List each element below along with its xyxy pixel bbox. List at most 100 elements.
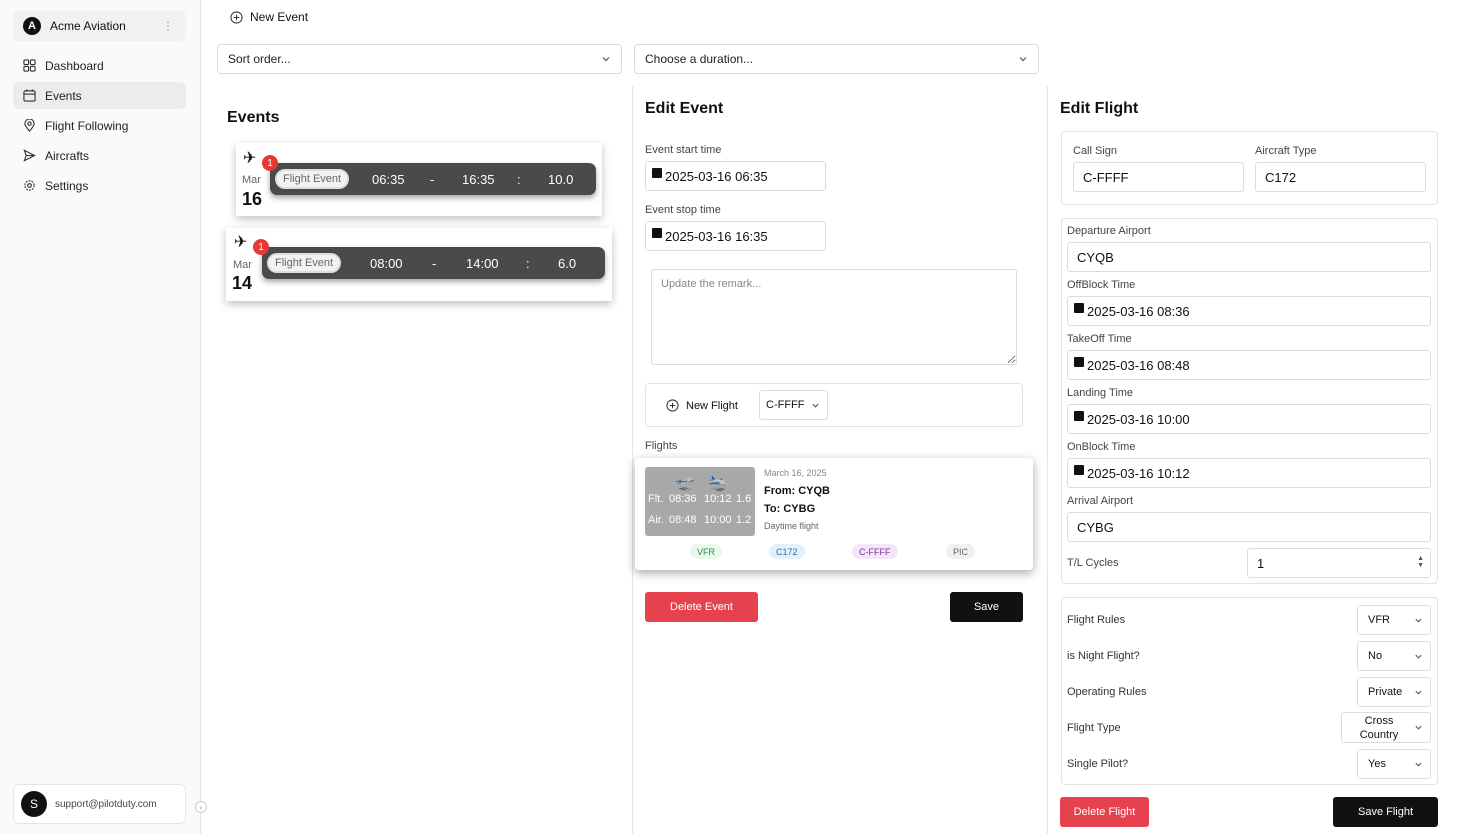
new-event-button[interactable]: New Event xyxy=(230,10,308,24)
flight-type-select[interactable]: Cross Country xyxy=(1341,712,1431,743)
takeoff-input[interactable]: 2025-03-16 08:48 xyxy=(1067,350,1431,380)
org-avatar: A xyxy=(23,17,41,35)
flight-to: To: CYBG xyxy=(764,503,816,515)
rule-chip: VFR xyxy=(690,544,722,559)
save-flight-button[interactable]: Save Flight xyxy=(1333,797,1438,827)
flt-in: 10:12 xyxy=(704,493,732,505)
event-colon: : xyxy=(526,256,530,271)
plus-circle-icon xyxy=(666,399,679,412)
callsign-chip: C-FFFF xyxy=(852,544,898,559)
flight-rules-value: VFR xyxy=(1368,614,1390,626)
avatar: S xyxy=(21,791,47,817)
org-switcher[interactable]: A Acme Aviation ⋮ xyxy=(13,11,186,41)
operating-rules-label: Operating Rules xyxy=(1067,686,1147,698)
event-month: Mar xyxy=(242,174,261,186)
edit-flight-title: Edit Flight xyxy=(1060,100,1139,117)
calendar-icon xyxy=(1074,465,1084,475)
event-dash: - xyxy=(430,172,435,187)
event-card[interactable]: ✈ 1 Mar 16 Flight Event 06:35 - 16:35 : … xyxy=(236,143,602,216)
chevron-down-icon xyxy=(812,403,819,408)
offblock-label: OffBlock Time xyxy=(1067,279,1136,291)
takeoff-value: 2025-03-16 08:48 xyxy=(1087,357,1190,373)
operating-rules-select[interactable]: Private xyxy=(1357,677,1431,707)
takeoff-label: TakeOff Time xyxy=(1067,333,1132,345)
sidebar: A Acme Aviation ⋮ Dashboard Events Fligh… xyxy=(0,0,201,834)
vertical-dots-icon[interactable]: ⋮ xyxy=(162,19,174,33)
event-start-label: Event start time xyxy=(645,144,722,156)
duration-select[interactable]: Choose a duration... xyxy=(634,44,1039,74)
save-event-button[interactable]: Save xyxy=(950,592,1023,622)
cycles-label: T/L Cycles xyxy=(1067,557,1119,569)
landing-icon: 🛬 xyxy=(708,475,728,492)
flight-type-value-line1: Cross xyxy=(1364,714,1394,727)
chevron-down-icon xyxy=(1415,725,1422,730)
collapse-sidebar-icon[interactable]: ‹ xyxy=(195,801,207,813)
airplane-icon: ✈ xyxy=(234,234,248,251)
arrival-input[interactable]: CYBG xyxy=(1067,512,1431,542)
event-colon: : xyxy=(517,172,521,187)
onblock-input[interactable]: 2025-03-16 10:12 xyxy=(1067,458,1431,488)
flight-note: Daytime flight xyxy=(764,521,819,531)
event-tag: Flight Event xyxy=(267,253,342,273)
plus-circle-icon xyxy=(230,10,243,24)
aircraft-section: Call Sign C-FFFF Aircraft Type C172 xyxy=(1061,131,1438,205)
flight-rules-label: Flight Rules xyxy=(1067,614,1126,626)
flt-out: 08:36 xyxy=(669,493,697,505)
sidebar-item-label: Events xyxy=(45,88,82,103)
flight-type-value-line2: Country xyxy=(1359,728,1399,741)
event-stop-input[interactable]: 2025-03-16 16:35 xyxy=(645,221,826,251)
count-badge: 1 xyxy=(262,155,278,171)
new-flight-row: New Flight C-FFFF xyxy=(645,383,1023,427)
event-start-input[interactable]: 2025-03-16 06:35 xyxy=(645,161,826,191)
chevron-down-icon xyxy=(602,57,610,62)
event-time-bar: Flight Event 08:00 - 14:00 : 6.0 xyxy=(262,247,605,279)
takeoff-icon: 🛫 xyxy=(675,475,695,492)
arrival-label: Arrival Airport xyxy=(1067,495,1134,507)
sidebar-nav: Dashboard Events Flight Following Aircra… xyxy=(13,52,186,202)
sidebar-item-flight-following[interactable]: Flight Following xyxy=(13,112,186,139)
single-pilot-select[interactable]: Yes xyxy=(1357,749,1431,779)
sort-order-select[interactable]: Sort order... xyxy=(217,44,622,74)
night-flight-select[interactable]: No xyxy=(1357,641,1431,671)
event-card[interactable]: ✈ 1 Mar 14 Flight Event 08:00 - 14:00 : … xyxy=(226,228,612,301)
calendar-icon xyxy=(1074,411,1084,421)
flight-from: From: CYQB xyxy=(764,485,830,497)
calendar-icon xyxy=(1074,303,1084,313)
sidebar-item-aircrafts[interactable]: Aircrafts xyxy=(13,142,186,169)
onblock-label: OnBlock Time xyxy=(1067,441,1136,453)
new-event-label: New Event xyxy=(250,10,309,24)
aircraft-type-input[interactable]: C172 xyxy=(1255,162,1426,192)
location-pin-icon xyxy=(24,119,35,132)
single-pilot-label: Single Pilot? xyxy=(1067,758,1129,770)
event-month: Mar xyxy=(233,259,252,271)
landing-input[interactable]: 2025-03-16 10:00 xyxy=(1067,404,1431,434)
user-account[interactable]: S support@pilotduty.com xyxy=(13,784,186,824)
org-name: Acme Aviation xyxy=(50,19,126,33)
sidebar-item-events[interactable]: Events xyxy=(13,82,186,109)
chevron-down-icon xyxy=(1019,57,1027,62)
onblock-value: 2025-03-16 10:12 xyxy=(1087,465,1190,481)
delete-flight-button[interactable]: Delete Flight xyxy=(1060,797,1149,827)
offblock-input[interactable]: 2025-03-16 08:36 xyxy=(1067,296,1431,326)
remark-textarea[interactable] xyxy=(651,269,1017,365)
chevron-down-icon xyxy=(1415,654,1422,659)
stepper-arrows-icon[interactable]: ▲ ▼ xyxy=(1417,555,1424,569)
sidebar-item-settings[interactable]: Settings xyxy=(13,172,186,199)
delete-event-button[interactable]: Delete Event xyxy=(645,592,758,622)
departure-input[interactable]: CYQB xyxy=(1067,242,1431,272)
new-flight-button[interactable]: New Flight xyxy=(666,399,738,412)
night-flight-value: No xyxy=(1368,650,1383,662)
rules-section: Flight Rules VFR is Night Flight? No Ope… xyxy=(1061,597,1438,785)
flight-card[interactable]: 🛫 🛬 Flt. 08:36 10:12 1.6 Air. 08:48 10:0… xyxy=(635,458,1033,570)
sidebar-item-dashboard[interactable]: Dashboard xyxy=(13,52,186,79)
cycles-stepper[interactable]: 1 ▲ ▼ xyxy=(1247,548,1431,578)
event-start: 06:35 xyxy=(372,172,405,187)
night-flight-label: is Night Flight? xyxy=(1067,650,1140,662)
aircraft-type-label: Aircraft Type xyxy=(1255,145,1317,157)
call-sign-input[interactable]: C-FFFF xyxy=(1073,162,1244,192)
calendar-icon xyxy=(652,168,662,178)
flight-rules-select[interactable]: VFR xyxy=(1357,605,1431,635)
aircraft-type-chip: C172 xyxy=(769,544,805,559)
event-start: 08:00 xyxy=(370,256,403,271)
aircraft-select[interactable]: C-FFFF xyxy=(759,390,828,420)
